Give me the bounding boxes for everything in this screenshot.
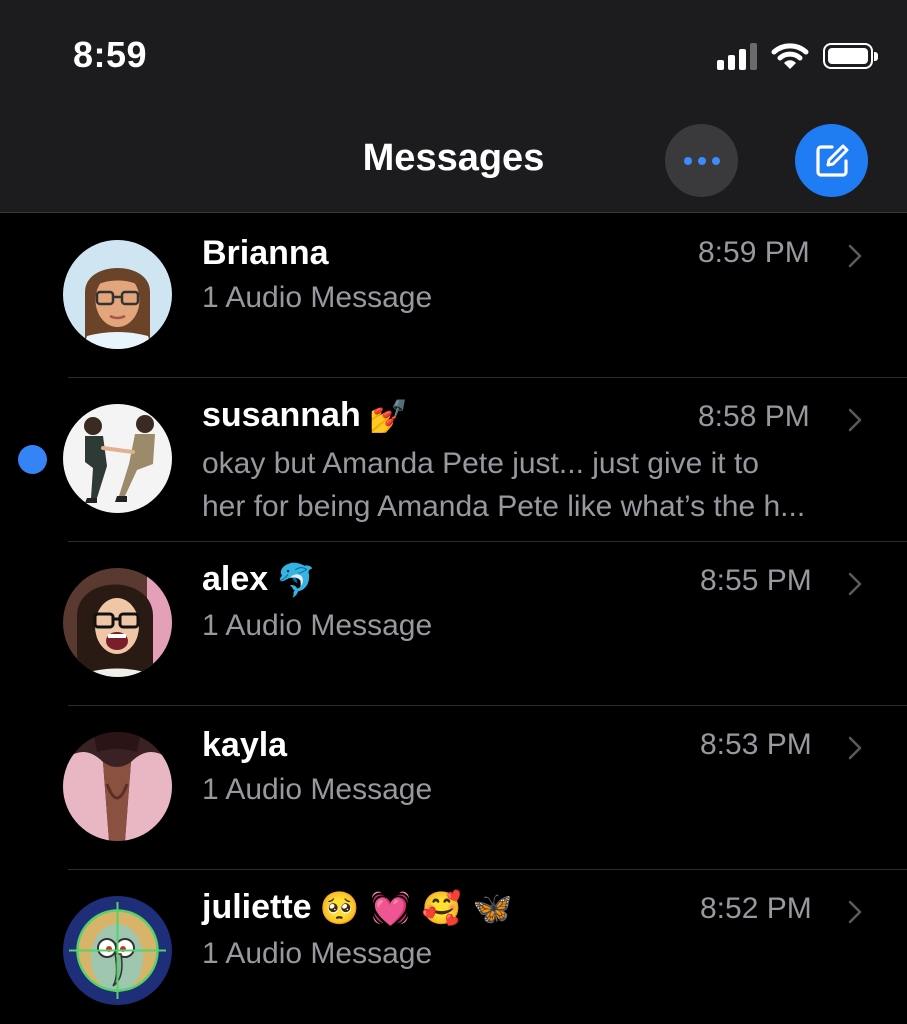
chevron-right-icon [848, 736, 862, 760]
signal-icon [717, 42, 757, 70]
conversation-row[interactable]: kayla 8:53 PM 1 Audio Message [0, 706, 907, 870]
conversation-row[interactable]: alex 🐬 8:55 PM 1 Audio Message [0, 542, 907, 706]
compose-icon [815, 144, 848, 177]
battery-icon [823, 43, 878, 69]
message-time: 8:59 PM [698, 236, 810, 269]
conversation-row[interactable]: susannah 💅 8:58 PM okay but Amanda Pete … [0, 378, 907, 542]
avatar [63, 404, 172, 513]
contact-name: kayla [202, 726, 288, 764]
nav-bar: Messages [0, 110, 907, 213]
message-preview: 1 Audio Message [202, 937, 433, 970]
message-time: 8:53 PM [700, 728, 812, 761]
message-time: 8:55 PM [700, 564, 812, 597]
conversation-row[interactable]: Brianna 8:59 PM 1 Audio Message [0, 214, 907, 378]
more-button[interactable] [665, 124, 738, 197]
avatar [63, 240, 172, 349]
contact-name: alex 🐬 [202, 560, 317, 599]
unread-indicator [18, 445, 47, 474]
message-preview: 1 Audio Message [202, 609, 433, 642]
status-bar: 8:59 [0, 0, 907, 110]
chevron-right-icon [848, 408, 862, 432]
avatar [63, 896, 172, 1005]
contact-name: juliette 🥺 💓 🥰 🦋 [202, 888, 513, 927]
conversation-list: Brianna 8:59 PM 1 Audio Message susannah… [0, 214, 907, 1024]
contact-name: Brianna [202, 234, 329, 272]
chevron-right-icon [848, 900, 862, 924]
message-time: 8:52 PM [700, 892, 812, 925]
chevron-right-icon [848, 572, 862, 596]
message-preview: 1 Audio Message [202, 281, 433, 314]
contact-name: susannah 💅 [202, 396, 409, 435]
avatar [63, 568, 172, 677]
more-icon [683, 156, 692, 165]
status-icons [717, 40, 878, 72]
message-preview: 1 Audio Message [202, 773, 433, 806]
compose-button[interactable] [795, 124, 868, 197]
message-time: 8:58 PM [698, 400, 810, 433]
wifi-icon [771, 43, 809, 69]
conversation-row[interactable]: juliette 🥺 💓 🥰 🦋 8:52 PM 1 Audio Message [0, 870, 907, 1024]
status-time: 8:59 [73, 34, 148, 75]
message-preview: okay but Amanda Pete just... just give i… [202, 447, 806, 523]
chevron-right-icon [848, 244, 862, 268]
avatar [63, 732, 172, 841]
page-title: Messages [362, 137, 545, 179]
